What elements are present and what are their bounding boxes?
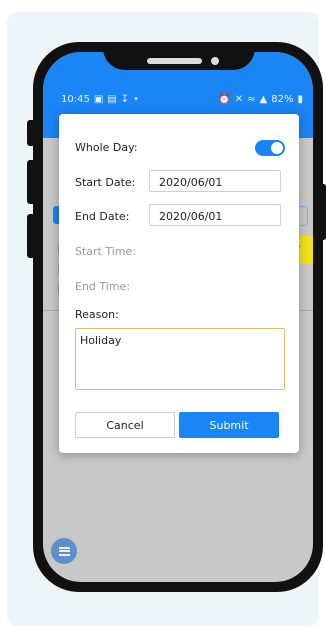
- menu-icon: [58, 546, 70, 556]
- phone-side-button-3: [27, 214, 35, 258]
- status-bar: 10:45 ▣ ▤ ↧ • ⏰ ✕ ≈ ▲ 82% ▮: [61, 92, 303, 106]
- mute-icon: ✕: [234, 93, 244, 105]
- status-time: 10:45: [61, 93, 90, 105]
- signal-icon: ▲: [259, 93, 268, 105]
- start-date-field[interactable]: 2020/06/01: [149, 170, 281, 192]
- phone-notch: [103, 42, 255, 70]
- toggle-knob: [271, 142, 283, 154]
- reason-input[interactable]: Holiday: [75, 328, 285, 390]
- phone-power-button: [321, 184, 326, 240]
- whole-day-toggle[interactable]: [255, 140, 285, 156]
- download-icon: ↧: [120, 93, 130, 105]
- whole-day-label: Whole Day:: [75, 141, 138, 154]
- reason-label: Reason:: [75, 308, 119, 321]
- start-time-label: Start Time:: [75, 245, 136, 258]
- end-date-field[interactable]: 2020/06/01: [149, 204, 281, 226]
- phone-camera: [211, 57, 219, 65]
- background-tab-right: [299, 206, 308, 226]
- end-date-label: End Date:: [75, 210, 130, 223]
- start-date-label: Start Date:: [75, 176, 136, 189]
- battery-icon: ▮: [297, 93, 303, 105]
- leave-request-dialog: Whole Day: Start Date: 2020/06/01 End Da…: [59, 114, 299, 453]
- alarm-icon: ⏰: [218, 93, 231, 105]
- cancel-button[interactable]: Cancel: [75, 412, 175, 438]
- phone-speaker: [147, 58, 202, 64]
- phone-side-button-1: [27, 120, 35, 146]
- phone-side-button-2: [27, 160, 35, 204]
- dot-icon: •: [133, 93, 140, 105]
- end-time-label: End Time:: [75, 280, 131, 293]
- wifi-icon: ≈: [247, 93, 256, 105]
- battery-level: 82%: [271, 93, 294, 105]
- menu-button[interactable]: [51, 538, 77, 564]
- gallery-icon: ▣: [93, 93, 104, 105]
- sim-icon: ▤: [107, 93, 117, 105]
- submit-button[interactable]: Submit: [179, 412, 279, 438]
